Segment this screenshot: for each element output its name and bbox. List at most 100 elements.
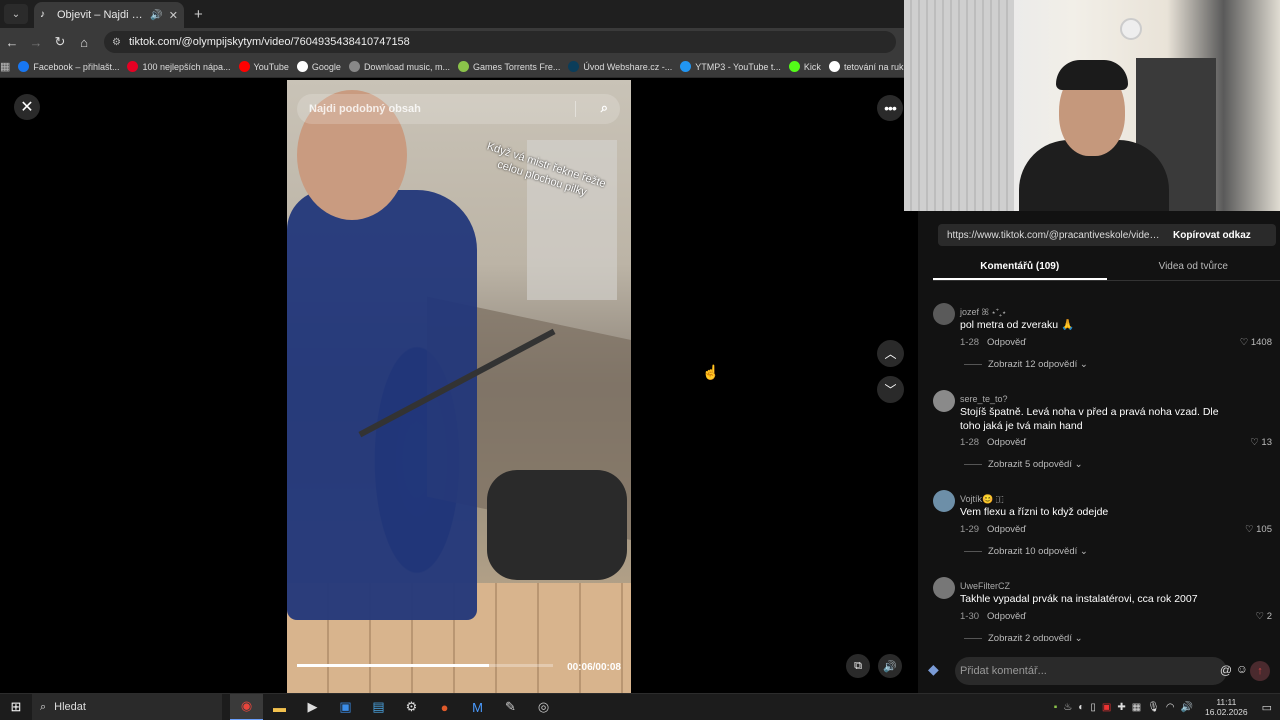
reply-button[interactable]: Odpověď [987, 437, 1026, 448]
reply-button[interactable]: Odpověď [987, 524, 1026, 535]
share-link-row: https://www.tiktok.com/@pracantiveskole/… [938, 224, 1276, 246]
bookmark-item[interactable]: Facebook – přihlašt... [18, 61, 119, 72]
copy-link-button[interactable]: Kopírovat odkaz [1173, 230, 1251, 241]
commenter-avatar[interactable] [933, 577, 955, 599]
show-replies-button[interactable]: Zobrazit 12 odpovědí ⌄ [964, 359, 1088, 370]
comment-likes[interactable]: ♡ 2 [1256, 611, 1272, 622]
close-tab-icon[interactable]: ✕ [169, 9, 178, 22]
browser-tab-active[interactable]: ♪ Objevit – Najdi svoje oblíbe... 🔊 ✕ [34, 2, 184, 28]
chrome-icon[interactable]: ◉ [230, 693, 263, 720]
forward-button[interactable]: → [24, 35, 48, 50]
like-count: 1408 [1250, 337, 1272, 348]
comment-likes[interactable]: ♡ 1408 [1240, 337, 1272, 348]
show-replies-button[interactable]: Zobrazit 2 odpovědí ⌄ [964, 633, 1083, 641]
video-stage: ✕ ••• Najdi podobný obsah ⌕ Když vá mist… [0, 78, 918, 693]
like-count: 105 [1256, 524, 1272, 535]
video-progress-bar[interactable] [297, 664, 553, 667]
video-timecode: 00:06/00:08 [567, 662, 621, 673]
tray-app-icon[interactable]: ▯ [1090, 702, 1096, 713]
tray-app-icon[interactable]: ◐ [1078, 702, 1084, 713]
apps-icon[interactable]: ▦ [0, 60, 10, 73]
reply-button[interactable]: Odpověď [987, 611, 1026, 622]
comment-item: Vojtík😊 🇮 Vem flexu a řízni to když odejd… [918, 482, 1280, 569]
send-icon[interactable]: ↑ [1250, 661, 1270, 681]
comment-text: pol metra od zveraku 🙏 [960, 319, 1075, 331]
bookmark-item[interactable]: Games Torrents Fre... [457, 61, 560, 72]
commenter-avatar[interactable] [933, 490, 955, 512]
clock-date: 16.02.2026 [1205, 706, 1248, 717]
comment-meta: 1-29 Odpověď [960, 524, 1026, 535]
taskbar-search[interactable]: ⌕ Hledat [32, 693, 222, 720]
tab-search-button[interactable]: ⌄ [4, 4, 28, 24]
home-button[interactable]: ⌂ [72, 35, 96, 50]
comment-item: sere_te_to? Stojíš špatně. Levá noha v př… [918, 382, 1280, 482]
bookmark-item[interactable]: YouTube [238, 61, 289, 72]
app-icon[interactable]: ▤ [362, 694, 395, 720]
volume-icon[interactable]: 🔊 [1181, 702, 1193, 713]
commenter-name[interactable]: UweFilterCZ [960, 581, 1010, 591]
video-progress-fill [297, 664, 489, 667]
taskbar-clock[interactable]: 11:11 16.02.2026 [1205, 697, 1248, 718]
bookmark-item[interactable]: Kick [788, 61, 821, 72]
show-replies-button[interactable]: Zobrazit 10 odpovědí ⌄ [964, 546, 1088, 557]
speaker-icon[interactable]: 🔊 [150, 10, 162, 21]
comment-likes[interactable]: ♡ 105 [1245, 524, 1272, 535]
search-icon[interactable]: ⌕ [601, 100, 608, 116]
reply-button[interactable]: Odpověď [987, 337, 1026, 348]
comment-likes[interactable]: ♡ 13 [1250, 437, 1272, 448]
show-replies-label: Zobrazit 10 odpovědí [988, 546, 1078, 557]
commenter-name[interactable]: Vojtík😊 🇮 [960, 494, 1004, 505]
microphone-icon[interactable]: 🎙 [1147, 702, 1160, 713]
tab-comments[interactable]: Komentářů (109) [933, 257, 1107, 280]
bookmark-item[interactable]: Google [296, 61, 341, 72]
store-icon[interactable]: ▣ [329, 694, 362, 720]
app-icon[interactable]: ✎ [494, 694, 527, 720]
commenter-avatar[interactable] [933, 303, 955, 325]
tray-app-icon[interactable]: ♨ [1063, 702, 1072, 713]
bookmark-item[interactable]: Úvod Webshare.cz -... [568, 61, 672, 72]
new-tab-button[interactable]: + [194, 6, 203, 23]
mention-icon[interactable]: @ [1220, 663, 1232, 677]
bookmark-item[interactable]: tetování na ruku mu... [828, 61, 904, 72]
tray-app-icon[interactable]: ▣ [1102, 702, 1111, 713]
show-replies-button[interactable]: Zobrazit 5 odpovědí ⌄ [964, 459, 1083, 470]
tab-creator-videos[interactable]: Videa od tvůrce [1107, 257, 1280, 280]
wifi-icon[interactable]: ◠ [1166, 702, 1175, 713]
reload-button[interactable]: ↻ [48, 34, 72, 50]
tray-app-icon[interactable]: ✚ [1117, 702, 1125, 713]
volume-icon[interactable]: 🔊 [878, 654, 902, 678]
commenter-name[interactable]: sere_te_to? [960, 394, 1008, 404]
video-player[interactable]: Najdi podobný obsah ⌕ Když vá mistr řekn… [287, 80, 631, 693]
search-icon: ⌕ [40, 700, 47, 713]
back-button[interactable]: ← [0, 35, 24, 50]
show-replies-label: Zobrazit 12 odpovědí [988, 359, 1078, 370]
like-count: 13 [1261, 437, 1272, 448]
file-explorer-icon[interactable]: ▬ [263, 694, 296, 720]
similar-content-search[interactable]: Najdi podobný obsah ⌕ [297, 94, 620, 124]
commenter-avatar[interactable] [933, 390, 955, 412]
bookmark-item[interactable]: Download music, m... [348, 61, 450, 72]
search-divider [575, 101, 576, 117]
emoji-icon[interactable]: ☺ [1236, 662, 1248, 676]
app-icon[interactable]: ● [428, 694, 461, 720]
close-video-button[interactable]: ✕ [14, 94, 40, 120]
tray-app-icon[interactable]: ▦ [1132, 702, 1141, 713]
comment-input[interactable]: Přidat komentář... [955, 657, 1227, 685]
more-options-button[interactable]: ••• [877, 95, 903, 121]
pip-icon[interactable]: ⧉ [846, 654, 870, 678]
show-replies-label: Zobrazit 2 odpovědí [988, 633, 1072, 641]
app-icon[interactable]: ◎ [527, 694, 560, 720]
windows-start-icon[interactable]: ⊞ [0, 699, 32, 715]
bookmark-item[interactable]: YTMP3 - YouTube t... [680, 61, 781, 72]
bookmark-item[interactable]: 100 nejlepších nápa... [127, 61, 231, 72]
site-info-icon[interactable]: ⚙ [112, 37, 121, 48]
tray-app-icon[interactable]: ▪ [1054, 702, 1058, 713]
notifications-icon[interactable]: ▭ [1262, 701, 1272, 714]
settings-icon[interactable]: ⚙ [395, 694, 428, 720]
previous-video-button[interactable]: ︿ [877, 340, 904, 367]
app-icon[interactable]: M [461, 694, 494, 720]
media-player-icon[interactable]: ▶ [296, 694, 329, 720]
next-video-button[interactable]: ﹀ [877, 376, 904, 403]
address-bar[interactable]: ⚙ tiktok.com/@olympijskytym/video/760493… [104, 31, 896, 53]
commenter-name[interactable]: jozef ꕤ ⋆⁺₊⋆ [960, 307, 1006, 318]
